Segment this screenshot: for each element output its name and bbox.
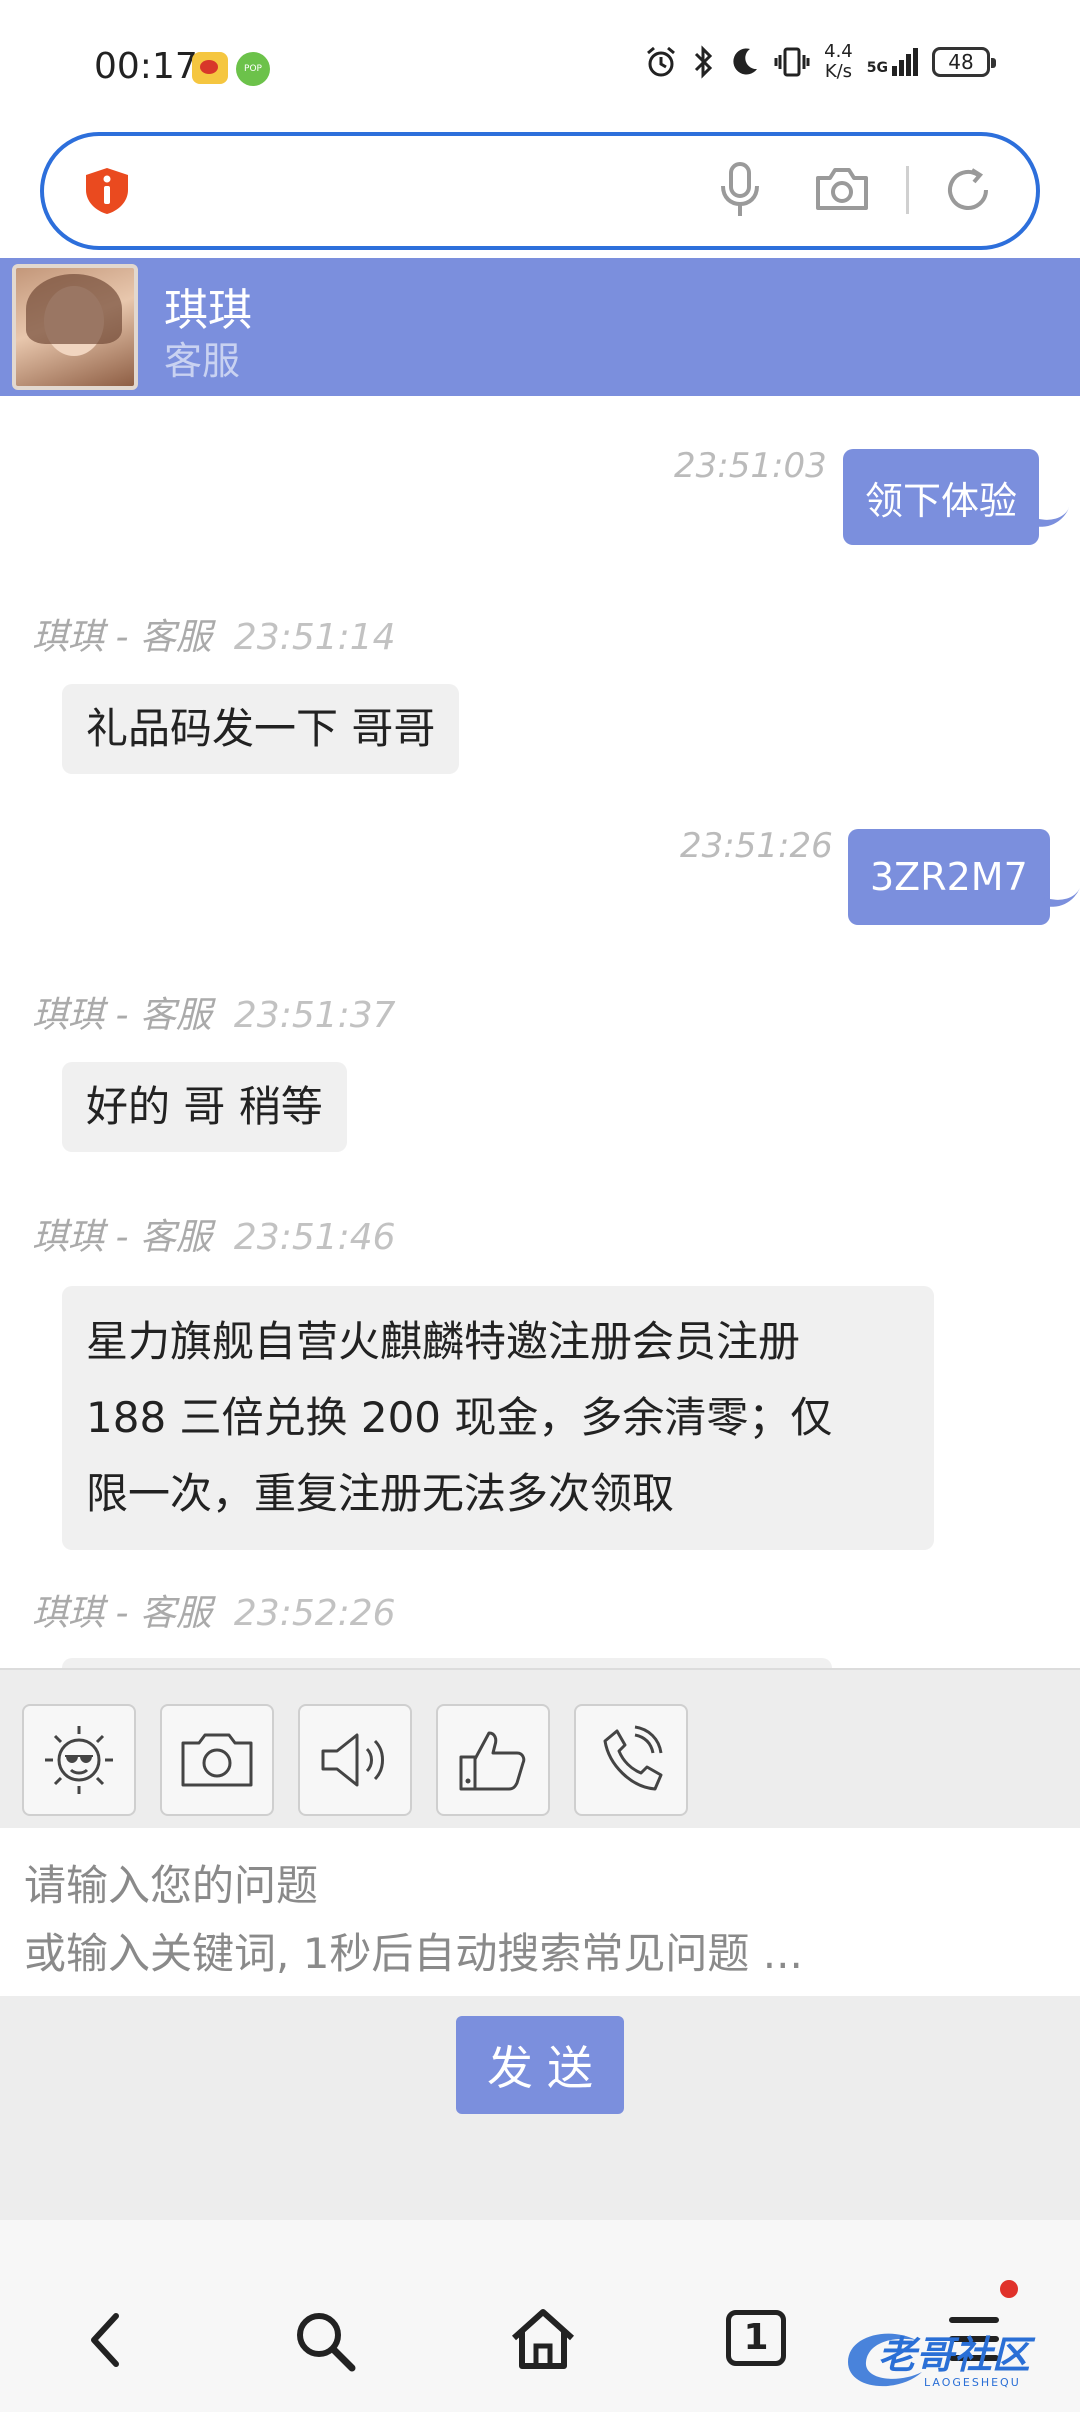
tabs-button[interactable]: 1: [726, 2310, 786, 2366]
sun-glasses-emoji-icon: [45, 1726, 113, 1794]
camera-icon[interactable]: [814, 164, 870, 214]
signal-label: 5G: [866, 60, 888, 76]
phone-icon: [603, 1725, 663, 1791]
emoji-button[interactable]: [22, 1704, 136, 1816]
bluetooth-icon: [695, 45, 713, 79]
moon-icon: [733, 48, 758, 75]
speaker-icon: [321, 1733, 384, 1787]
voice-button[interactable]: [298, 1704, 412, 1816]
message-sender: 琪琪 - 客服 23:51:46: [32, 1208, 396, 1260]
message-bubble-incoming: 好的 哥 稍等: [62, 1062, 347, 1152]
message-time: 23:51:37: [233, 995, 396, 1036]
message-bubble-incoming: 礼品码发一下 哥哥: [62, 684, 460, 774]
agent-role: 客服: [164, 339, 241, 383]
chat-header: 琪琪 客服: [0, 258, 1080, 396]
message-sender: 琪琪 - 客服 23:51:14: [32, 608, 396, 660]
message-input[interactable]: 请输入您的问题 或输入关键词, 1秒后自动搜索常见问题 ...: [0, 1828, 1080, 1996]
message-sender: 琪琪 - 客服 23:51:37: [32, 986, 396, 1038]
input-placeholder-line1: 请输入您的问题: [24, 1861, 319, 1910]
chat-toolbar: [0, 1668, 1080, 1828]
weibo-icon: [192, 52, 228, 84]
message-bubble-outgoing: 3ZR2M7: [848, 829, 1050, 925]
message-time: 23:51:46: [233, 1217, 396, 1258]
message-bubble-incoming: [62, 1658, 832, 1668]
status-time: 00:17: [94, 46, 198, 87]
net-speed-unit: K/s: [824, 61, 853, 82]
home-icon[interactable]: [508, 2306, 578, 2372]
message-time: 23:51:14: [233, 617, 396, 658]
menu-notification-dot: [1000, 2280, 1018, 2298]
refresh-icon[interactable]: [942, 164, 994, 216]
thumbs-up-icon: [459, 1731, 526, 1791]
call-button[interactable]: [574, 1704, 688, 1816]
signal-icon: 5G: [867, 48, 918, 76]
message-bubble-outgoing: 领下体验: [843, 449, 1040, 545]
alarm-icon: [647, 46, 676, 77]
browser-address-bar[interactable]: [40, 132, 1040, 250]
image-upload-button[interactable]: [160, 1704, 274, 1816]
input-placeholder-line2: 或输入关键词, 1秒后自动搜索常见问题 ...: [24, 1929, 803, 1978]
camera-icon: [181, 1733, 253, 1787]
message-time: 23:51:03: [674, 446, 827, 486]
message-list[interactable]: 23:51:03 领下体验 琪琪 - 客服 23:51:14 礼品码发一下 哥哥 …: [0, 396, 1080, 1668]
sender-name: 琪琪 - 客服: [32, 1217, 212, 1258]
send-area: 发送: [0, 1996, 1080, 2220]
sender-name: 琪琪 - 客服: [32, 995, 212, 1036]
sender-name: 琪琪 - 客服: [32, 617, 212, 658]
message-line: 限一次，重复注册无法多次领取: [86, 1469, 675, 1518]
back-icon[interactable]: [86, 2310, 126, 2370]
status-icons: 4.4 K/s 5G 48: [644, 42, 996, 82]
watermark-subtext: LAOGESHEQU: [924, 2376, 1021, 2389]
message-line: 星力旗舰自营火麒麟特邀注册会员注册: [86, 1317, 801, 1366]
rating-button[interactable]: [436, 1704, 550, 1816]
message-time: 23:51:26: [680, 826, 833, 866]
battery-icon: 48: [932, 47, 996, 77]
sender-name: 琪琪 - 客服: [32, 1593, 212, 1634]
send-button[interactable]: 发送: [456, 2016, 624, 2114]
message-time: 23:52:26: [233, 1593, 396, 1634]
microphone-icon[interactable]: [720, 162, 760, 218]
message-line: 188 三倍兑换 200 现金，多余清零；仅: [86, 1393, 833, 1442]
app-notification-icon: POP: [236, 52, 270, 86]
agent-name: 琪琪: [164, 285, 252, 336]
message-sender: 琪琪 - 客服 23:52:26: [32, 1584, 396, 1636]
message-bubble-incoming: 星力旗舰自营火麒麟特邀注册会员注册 188 三倍兑换 200 现金，多余清零；仅…: [62, 1286, 934, 1550]
browser-bottom-nav: 1 老哥社区 LAOGESHEQU: [0, 2220, 1080, 2412]
shield-icon[interactable]: [82, 166, 132, 216]
search-icon[interactable]: [292, 2308, 358, 2374]
network-speed: 4.4 K/s: [824, 42, 853, 82]
vibrate-icon: [774, 47, 810, 77]
watermark-text: 老哥社区: [878, 2333, 1031, 2377]
net-speed-value: 4.4: [824, 41, 853, 62]
agent-avatar: [12, 264, 138, 390]
status-bar: 00:17 POP 4.4 K/s 5G 48: [0, 0, 1080, 128]
watermark-logo: 老哥社区 LAOGESHEQU: [838, 2318, 1078, 2402]
address-bar-divider: [906, 166, 909, 214]
